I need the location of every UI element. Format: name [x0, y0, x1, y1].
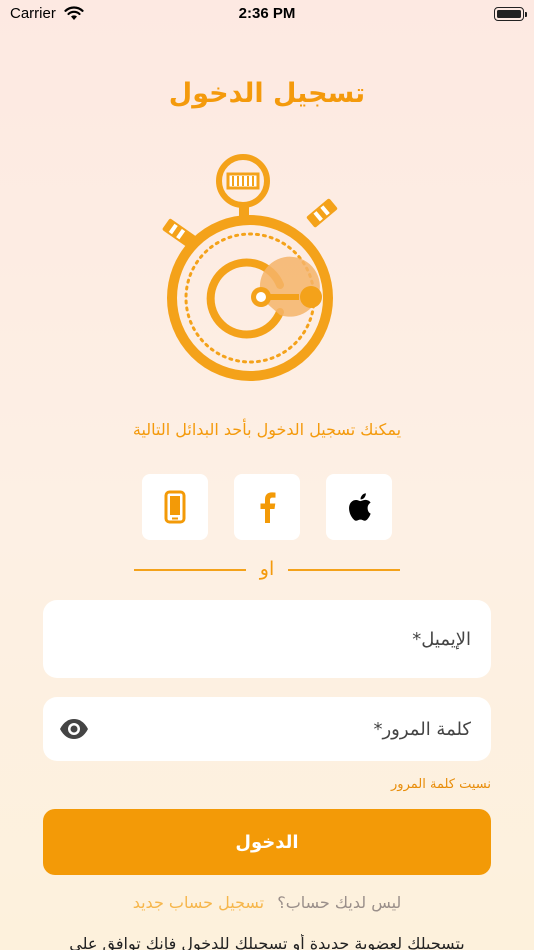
divider-or-label: او	[259, 558, 275, 580]
apple-login-button[interactable]	[326, 474, 392, 540]
apple-icon	[349, 493, 371, 521]
facebook-icon	[260, 492, 276, 523]
password-input[interactable]	[43, 697, 491, 761]
no-account-label: ليس لديك حساب؟	[277, 893, 402, 912]
clock-time: 2:36 PM	[238, 5, 296, 22]
battery-icon	[494, 7, 527, 21]
divider-line-right	[288, 569, 400, 571]
register-prompt: ليس لديك حساب؟ تسجيل حساب جديد	[0, 893, 534, 912]
divider-line-left	[134, 569, 246, 571]
stopwatch-logo-icon	[162, 154, 338, 381]
terms-text: بتسجيلك لعضوية جديدة أو تسجيلك للدخول فإ…	[69, 934, 465, 950]
phone-icon	[164, 490, 186, 524]
email-input[interactable]	[43, 600, 491, 678]
status-bar: Carrier 2:36 PM	[0, 0, 534, 28]
forgot-password-link[interactable]: نسيت كلمة المرور	[391, 777, 491, 792]
phone-login-button[interactable]	[142, 474, 208, 540]
eye-icon[interactable]	[59, 717, 89, 741]
login-options-subtitle: يمكنك تسجيل الدخول بأحد البدائل التالية	[132, 420, 402, 439]
register-link[interactable]: تسجيل حساب جديد	[133, 893, 264, 912]
email-field-container	[43, 600, 491, 678]
login-button[interactable]: الدخول	[43, 809, 491, 875]
page-title: تسجيل الدخول	[168, 78, 366, 109]
facebook-login-button[interactable]	[234, 474, 300, 540]
password-field-container	[43, 697, 491, 761]
